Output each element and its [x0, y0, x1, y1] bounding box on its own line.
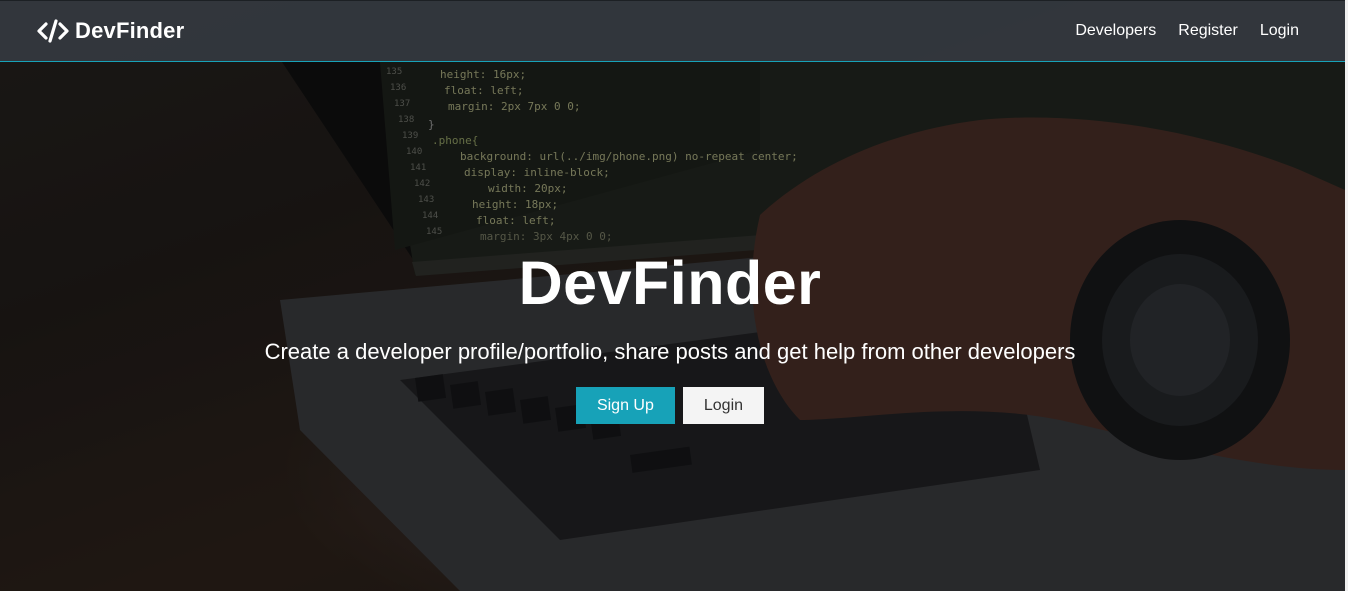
landing-inner: DevFinder Create a developer profile/por… [0, 0, 1340, 591]
landing-buttons: Sign Up Login [575, 387, 765, 424]
landing-lead: Create a developer profile/portfolio, sh… [264, 339, 1076, 364]
login-button[interactable]: Login [682, 387, 765, 424]
signup-button[interactable]: Sign Up [575, 387, 675, 424]
landing-page: 135 136 137 138 139 140 141 142 143 144 … [0, 0, 1348, 591]
landing-title: DevFinder [518, 249, 822, 317]
